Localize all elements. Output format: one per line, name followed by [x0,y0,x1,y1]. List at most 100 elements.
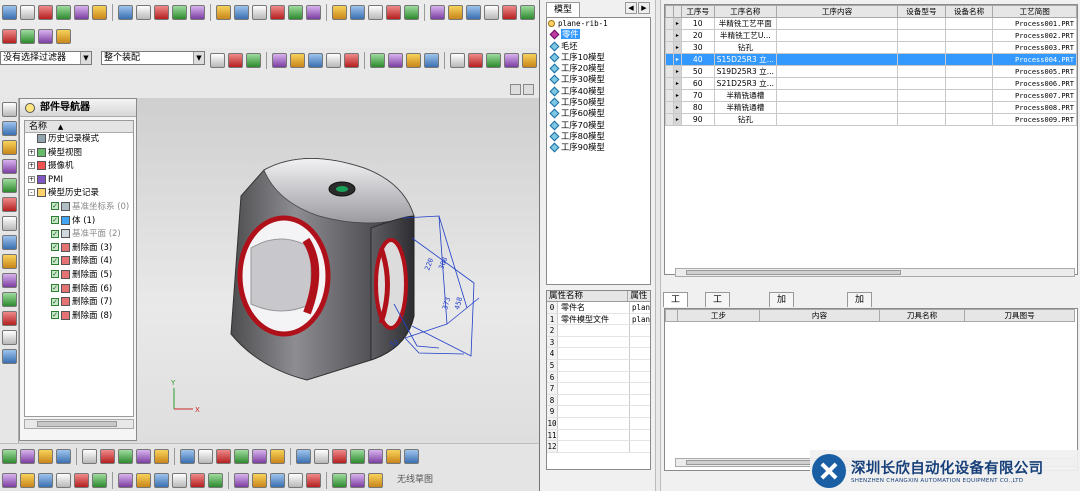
cell-name[interactable]: 半精铣通槽 [713,89,777,102]
cell-no[interactable]: 20 [680,29,715,42]
selection-filter-dropdown[interactable]: 没有选择过滤器 ▼ [0,51,92,65]
cell-no[interactable]: 80 [680,101,715,114]
tool-icon[interactable] [484,4,499,20]
tool-icon[interactable] [154,448,169,464]
cell-content[interactable] [775,89,899,102]
tool-icon[interactable] [314,448,329,464]
tool-icon[interactable] [234,4,249,20]
tree-column-header[interactable]: 名称 ▲ [25,121,133,133]
cell-no[interactable]: 90 [680,113,715,126]
tool-icon[interactable] [2,28,17,44]
cell-name[interactable]: 钻孔 [713,41,777,54]
cell-sketch[interactable]: Process006.PRT [992,77,1077,90]
tree-node[interactable]: 工序90模型 [547,142,650,153]
grid-column-header[interactable]: 设备型号 [897,5,946,18]
tool-icon[interactable] [20,4,35,20]
navigator-node[interactable]: ✓ 基准坐标系 (0) [25,201,133,215]
process-row[interactable]: ▸ 70 半精铣通槽 Process007.PRT [665,89,1077,102]
cell-no[interactable]: 70 [680,89,715,102]
cell-model[interactable] [897,77,946,90]
process-row[interactable]: ▸ 50 S19D25R3 立... Process005.PRT [665,65,1077,78]
cell-equip[interactable] [944,41,994,54]
tool-icon[interactable] [82,448,97,464]
tool-icon[interactable] [332,448,347,464]
tool-icon[interactable] [288,472,303,488]
checkbox-icon[interactable]: ✓ [51,243,59,252]
tool-icon[interactable] [2,4,17,20]
cell-no[interactable]: 10 [680,17,715,30]
row-header[interactable] [665,89,674,102]
tool-icon[interactable] [20,448,35,464]
tool-icon[interactable] [228,52,243,68]
cell-no[interactable]: 40 [680,53,715,66]
tool-icon[interactable] [198,448,213,464]
cell-name[interactable]: S15D25R3 立... [713,53,777,66]
cell-content[interactable] [775,41,899,54]
process-row[interactable]: ▸ 20 半精铣工艺U... Process002.PRT [665,29,1077,42]
navigator-node[interactable]: 历史记录模式 [25,133,133,147]
grid-column-header[interactable]: 工序内容 [775,5,899,18]
navigator-node[interactable]: ✓ 删除面 (4) [25,255,133,269]
resource-bar-icon[interactable] [2,140,17,155]
restore-icon[interactable] [510,84,521,95]
cell-equip[interactable] [944,113,994,126]
tool-icon[interactable] [172,472,187,488]
tool-icon[interactable] [308,52,323,68]
expand-icon[interactable]: + [28,162,35,170]
row-expand-icon[interactable]: ▸ [672,17,682,30]
tool-icon[interactable] [2,472,17,488]
resource-bar-icon[interactable] [2,102,17,117]
close-icon[interactable] [523,84,534,95]
step-tab[interactable]: 加工步骤扩展属性 [847,292,873,403]
process-row[interactable]: ▸ 80 半精铣通槽 Process008.PRT [665,101,1077,114]
tool-icon[interactable] [486,52,501,68]
grid-column-header[interactable]: 工序号 [680,5,715,18]
tool-icon[interactable] [270,4,285,20]
property-row[interactable]: 5 [547,359,650,372]
property-row[interactable]: 4 [547,348,650,360]
panel-splitter[interactable] [655,0,661,491]
cell-equip[interactable] [944,53,994,66]
property-row[interactable]: 6 [547,371,650,384]
grid-column-header[interactable]: 工艺简图 [992,5,1077,18]
scroll-left-icon[interactable]: ◀ [625,2,637,14]
cell-name[interactable]: 半精铣工艺平面 [713,17,777,30]
tool-icon[interactable] [180,448,195,464]
checkbox-icon[interactable]: ✓ [51,256,59,265]
tool-icon[interactable] [290,52,305,68]
checkbox-icon[interactable]: ✓ [51,216,59,225]
tool-icon[interactable] [38,4,53,20]
tool-icon[interactable] [368,448,383,464]
tool-icon[interactable] [332,4,347,20]
tool-icon[interactable] [350,4,365,20]
cell-sketch[interactable]: Process009.PRT [992,113,1077,126]
tool-icon[interactable] [56,28,71,44]
tool-icon[interactable] [306,4,321,20]
row-expand-icon[interactable]: ▸ [672,101,682,114]
tool-icon[interactable] [234,448,249,464]
grid-column-header[interactable]: 工序名称 [713,5,777,18]
tool-icon[interactable] [520,4,535,20]
tool-icon[interactable] [172,4,187,20]
tool-icon[interactable] [190,472,205,488]
tool-icon[interactable] [118,4,133,20]
resource-bar-icon[interactable] [2,292,17,307]
navigator-node[interactable]: - 模型历史记录 [25,187,133,201]
tree-node[interactable]: 工序40模型 [547,86,650,97]
cell-equip[interactable] [944,77,994,90]
tool-icon[interactable] [386,4,401,20]
scroll-right-icon[interactable]: ▶ [638,2,650,14]
cell-model[interactable] [897,89,946,102]
cell-model[interactable] [897,17,946,30]
tool-icon[interactable] [74,4,89,20]
cell-model[interactable] [897,29,946,42]
process-row[interactable]: ▸ 40 S15D25R3 立... Process004.PRT [665,53,1077,66]
property-row[interactable]: 11 [547,429,650,442]
tool-icon[interactable] [272,52,287,68]
tool-icon[interactable] [154,472,169,488]
cell-equip[interactable] [944,29,994,42]
navigator-node[interactable]: ✓ 删除面 (8) [25,310,133,324]
property-row[interactable]: 8 [547,394,650,407]
row-header[interactable] [665,65,674,78]
resource-bar-icon[interactable] [2,349,17,364]
